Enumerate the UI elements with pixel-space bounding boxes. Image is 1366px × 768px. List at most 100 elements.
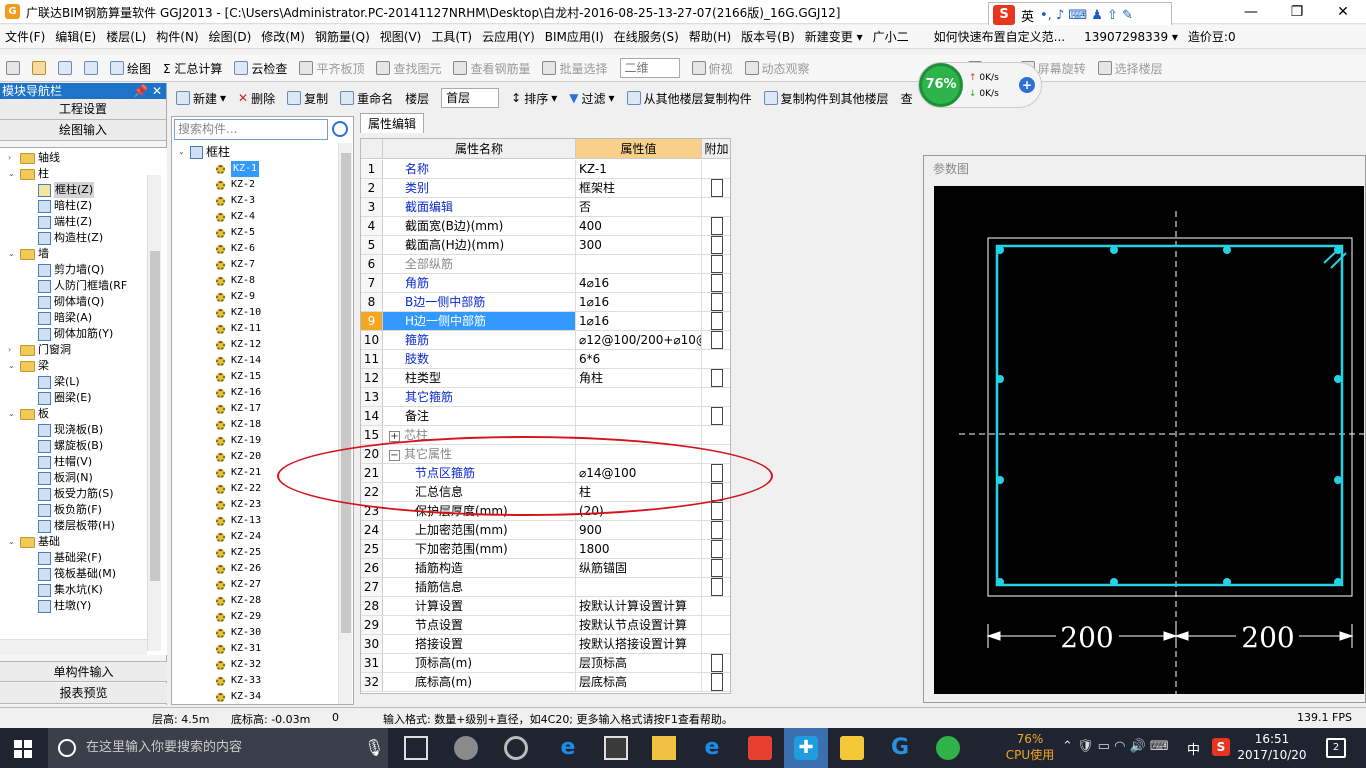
minimize-button[interactable]: — [1228,0,1274,24]
attach-checkbox[interactable] [711,293,723,311]
module-tree-item[interactable]: 螺旋板(B) [38,438,103,454]
windows-start-icon[interactable] [14,740,32,758]
top-view-button[interactable]: 俯视 [686,60,739,77]
search-icon[interactable] [332,121,348,137]
component-list-item[interactable]: KZ-10 [216,305,261,321]
component-list-item[interactable]: KZ-5 [216,225,255,241]
property-value-field[interactable] [576,407,702,425]
ime-lang-label[interactable]: 英 [1021,6,1034,25]
component-list-item[interactable]: KZ-30 [216,625,261,641]
module-tree-item[interactable]: 剪力墙(Q) [38,262,104,278]
module-tree-scroll-thumb[interactable] [150,251,160,581]
app-red-icon[interactable] [748,736,772,760]
component-list-item[interactable]: KZ-25 [216,545,261,561]
filter-button[interactable]: ▼ 过滤 ▾ [563,90,620,107]
component-list-item[interactable]: KZ-18 [216,417,261,433]
property-value-field[interactable]: KZ-1 [576,160,702,178]
component-list-item[interactable]: KZ-32 [216,657,261,673]
app-notebook-icon[interactable] [840,736,864,760]
property-row[interactable]: 26 插筋构造 纵筋锚固 [361,559,730,578]
active-app-highlight[interactable]: ✚ [784,728,828,768]
module-tree-folder[interactable]: › 门窗洞 [8,342,71,358]
property-value-field[interactable]: 框架柱 [576,179,702,197]
module-tree-folder[interactable]: ⌄ 梁 [8,358,49,374]
project-settings-button[interactable]: 工程设置 [0,99,166,120]
floor-dropdown[interactable]: 首层 [435,88,505,108]
attach-checkbox[interactable] [711,578,723,596]
attach-checkbox[interactable] [711,312,723,330]
store-icon[interactable] [604,736,628,760]
property-value-field[interactable]: 按默认节点设置计算 [576,616,702,634]
copy-from-floor-button[interactable]: 从其他楼层复制构件 [621,90,758,107]
component-list-item[interactable]: KZ-15 [216,369,261,385]
edge-browser-icon[interactable]: e [556,736,580,760]
attach-checkbox[interactable] [711,502,723,520]
attach-checkbox[interactable] [711,217,723,235]
property-row[interactable]: 5 截面高(H边)(mm) 300 [361,236,730,255]
component-root[interactable]: ⌄ 框柱 [178,144,230,160]
single-input-button[interactable]: 单构件输入 [0,661,167,682]
ie-browser-icon[interactable]: e [700,736,724,760]
view-mode-dropdown[interactable]: 二维 [614,58,686,78]
save-button[interactable] [52,61,78,75]
expand-icon[interactable]: + [389,431,400,442]
component-list-item[interactable]: KZ-1 [216,161,260,177]
sogou-tray-icon[interactable]: S [1212,738,1230,756]
draw-button[interactable]: 绘图 [104,60,157,77]
module-tree-folder[interactable]: ⌄ 墙 [8,246,49,262]
menu-help[interactable]: 帮助(H) [684,28,736,45]
parameter-diagram-window[interactable]: 参数图 200 200 [923,155,1366,703]
component-list-item[interactable]: KZ-8 [216,273,255,289]
property-row[interactable]: 14 备注 [361,407,730,426]
menu-draw[interactable]: 绘图(D) [204,28,257,45]
property-row[interactable]: 28 计算设置 按默认计算设置计算 [361,597,730,616]
property-row[interactable]: 3 截面编辑 否 [361,198,730,217]
component-list-item[interactable]: KZ-3 [216,193,255,209]
menu-tip-link[interactable]: 如何快速布置自定义范... [914,28,1070,45]
property-value-field[interactable]: 按默认计算设置计算 [576,597,702,615]
menu-new-change[interactable]: 新建变更 ▾ [800,28,868,45]
component-list-item[interactable]: KZ-6 [216,241,255,257]
menu-account[interactable]: 13907298339 ▾ [1070,30,1183,44]
property-row[interactable]: 13 其它箍筋 [361,388,730,407]
sum-calc-button[interactable]: Σ 汇总计算 [157,60,228,77]
collapse-icon[interactable]: ⌄ [178,147,187,157]
property-value-field[interactable]: 900 [576,521,702,539]
property-row[interactable]: 1 名称 KZ-1 [361,160,730,179]
property-row[interactable]: 25 下加密范围(mm) 1800 [361,540,730,559]
attach-checkbox[interactable] [711,673,723,691]
module-tree-item[interactable]: 砌体加筋(Y) [38,326,113,342]
module-tree-item[interactable]: 人防门框墙(RF [38,278,127,294]
property-row[interactable]: 10 箍筋 ⌀12@100/200+⌀10@1 [361,331,730,350]
component-list-item[interactable]: KZ-11 [216,321,261,337]
attach-checkbox[interactable] [711,369,723,387]
property-value-field[interactable]: 4⌀16 [576,274,702,292]
menu-tools[interactable]: 工具(T) [426,28,477,45]
copy-component-button[interactable]: 复制 [281,90,334,107]
query-button[interactable]: 查 [895,90,919,107]
microphone-icon[interactable]: 🎙 [364,738,384,757]
draw-input-button[interactable]: 绘图输入 [0,120,166,141]
report-preview-button[interactable]: 报表预览 [0,683,167,704]
property-value-field[interactable]: 300 [576,236,702,254]
module-tree-item[interactable]: 构造柱(Z) [38,230,103,246]
property-value-field[interactable]: 按默认搭接设置计算 [576,635,702,653]
menu-file[interactable]: 文件(F) [0,28,50,45]
component-list-item[interactable]: KZ-29 [216,609,261,625]
attach-checkbox[interactable] [711,236,723,254]
ime-tool-icons[interactable]: •, ♪ ⌨ ♟ ⇧ ✎ [1040,8,1133,23]
view-rebar-button[interactable]: 查看钢筋量 [447,60,536,77]
module-tree-scrollbar[interactable] [147,175,161,651]
module-tree-item[interactable]: 框柱(Z) [38,182,95,198]
collapse-icon[interactable]: ⌄ [8,361,17,371]
module-tree-item[interactable]: 板受力筋(S) [38,486,114,502]
property-row[interactable]: 32 底标高(m) 层底标高 [361,673,730,692]
component-list-item[interactable]: KZ-4 [216,209,255,225]
property-row[interactable]: 7 角筋 4⌀16 [361,274,730,293]
cortana-icon[interactable] [58,739,76,757]
collapse-icon[interactable]: ⌄ [8,169,17,179]
component-list-item[interactable]: KZ-9 [216,289,255,305]
module-tree-item[interactable]: 柱帽(V) [38,454,92,470]
property-value-field[interactable] [576,255,702,273]
property-row[interactable]: 8 B边一侧中部筋 1⌀16 [361,293,730,312]
